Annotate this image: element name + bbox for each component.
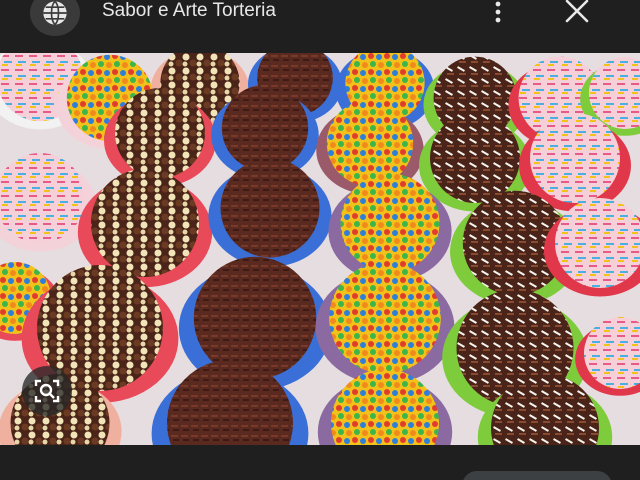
site-title[interactable]: Sabor e Arte Torteria xyxy=(102,0,276,22)
brigadeiro-photo[interactable] xyxy=(0,53,640,445)
brigadeiro-sweet xyxy=(221,84,309,172)
site-favicon[interactable] xyxy=(30,0,80,36)
close-button[interactable] xyxy=(562,0,592,28)
more-options-button[interactable] xyxy=(486,0,510,26)
visit-button[interactable] xyxy=(462,471,612,480)
brigadeiro-sweet xyxy=(220,158,320,258)
more-vert-icon xyxy=(495,1,501,23)
brigadeiro-sweet xyxy=(91,169,199,277)
brigadeiro-sweet xyxy=(530,113,620,203)
brigadeiro-sweet xyxy=(115,88,205,178)
brigadeiro-sweet xyxy=(329,262,441,374)
brigadeiro-sweet xyxy=(430,113,520,203)
viewer-top-bar: Sabor e Arte Torteria xyxy=(0,0,640,52)
brigadeiro-sweet xyxy=(193,256,317,380)
bottom-panel xyxy=(0,445,640,480)
photo-illustration xyxy=(0,53,640,445)
lens-search-icon xyxy=(34,379,60,403)
globe-icon xyxy=(43,0,67,26)
lens-search-button[interactable] xyxy=(22,366,72,416)
brigadeiro-sweet xyxy=(326,99,414,187)
brigadeiro-sweet xyxy=(340,173,440,273)
close-icon xyxy=(565,0,589,23)
